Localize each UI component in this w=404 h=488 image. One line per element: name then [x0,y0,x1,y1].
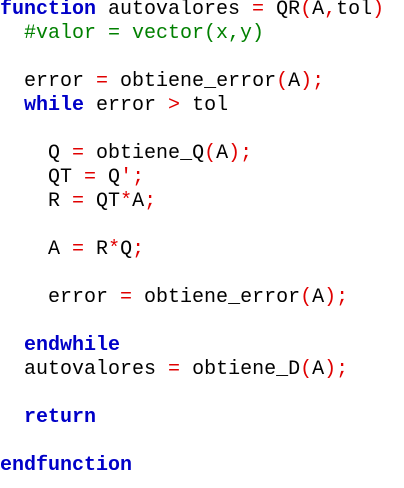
keyword-token: while [24,94,85,117]
operator-token: ( [300,358,313,381]
operator-token: ( [204,142,217,165]
code-token: A [216,142,229,165]
code-token: A [312,0,325,21]
operator-token: = [84,166,97,189]
keyword-token: return [24,406,97,429]
code-token: QR [264,0,301,21]
code-token: error [24,70,97,93]
operator-token: = [72,238,85,261]
code-line: Q = obtiene_Q(A); [0,144,252,168]
operator-token: ; [132,238,145,261]
code-token: A [132,190,145,213]
code-token: R [48,190,73,213]
code-token: obtiene_error [108,70,277,93]
operator-token: ) [372,0,385,21]
code-token: R [84,238,109,261]
code-token: tol [336,0,373,21]
operator-token: '; [120,166,145,189]
operator-token: ); [324,358,349,381]
code-token: A [288,70,301,93]
code-line: #valor = vector(x,y) [0,24,264,48]
code-token: autovalores [24,358,169,381]
operator-token: = [252,0,265,21]
code-line: while error > tol [0,96,228,120]
code-token: Q [120,238,133,261]
operator-token: ( [300,286,313,309]
operator-token: ; [144,190,157,213]
operator-token: * [120,190,133,213]
code-token: autovalores [96,0,253,21]
code-line: A = R*Q; [0,240,144,264]
comment-token: #valor = vector(x,y) [24,22,265,45]
code-line: endfunction [0,456,132,480]
code-token: Q [48,142,73,165]
code-line: function autovalores = QR(A,tol) [0,0,384,24]
operator-token: ); [228,142,253,165]
operator-token: > [168,94,181,117]
operator-token: = [96,70,109,93]
code-token: QT [84,190,121,213]
code-line: error = obtiene_error(A); [0,72,324,96]
operator-token: = [168,358,181,381]
operator-token: = [72,142,85,165]
code-line: endwhile [0,336,120,360]
operator-token: ( [276,70,289,93]
code-token: obtiene_D [180,358,301,381]
operator-token: = [120,286,133,309]
code-editor[interactable]: function autovalores = QR(A,tol) #valor … [0,0,404,488]
operator-token: ); [324,286,349,309]
keyword-token: endwhile [24,334,121,357]
code-token: obtiene_error [132,286,301,309]
operator-token: ); [300,70,325,93]
code-line: error = obtiene_error(A); [0,288,348,312]
operator-token: * [108,238,121,261]
code-line: autovalores = obtiene_D(A); [0,360,348,384]
code-token: A [312,358,325,381]
code-line: R = QT*A; [0,192,156,216]
code-token: error [48,286,121,309]
code-line: return [0,408,96,432]
code-token: QT [48,166,85,189]
code-token: error [84,94,169,117]
keyword-token: endfunction [0,454,133,477]
code-token: tol [180,94,229,117]
keyword-token: function [0,0,97,21]
code-line: QT = Q'; [0,168,144,192]
code-token: A [48,238,73,261]
operator-token: ( [300,0,313,21]
operator-token: , [324,0,337,21]
code-token: A [312,286,325,309]
operator-token: = [72,190,85,213]
code-token: obtiene_Q [84,142,205,165]
code-token: Q [96,166,121,189]
